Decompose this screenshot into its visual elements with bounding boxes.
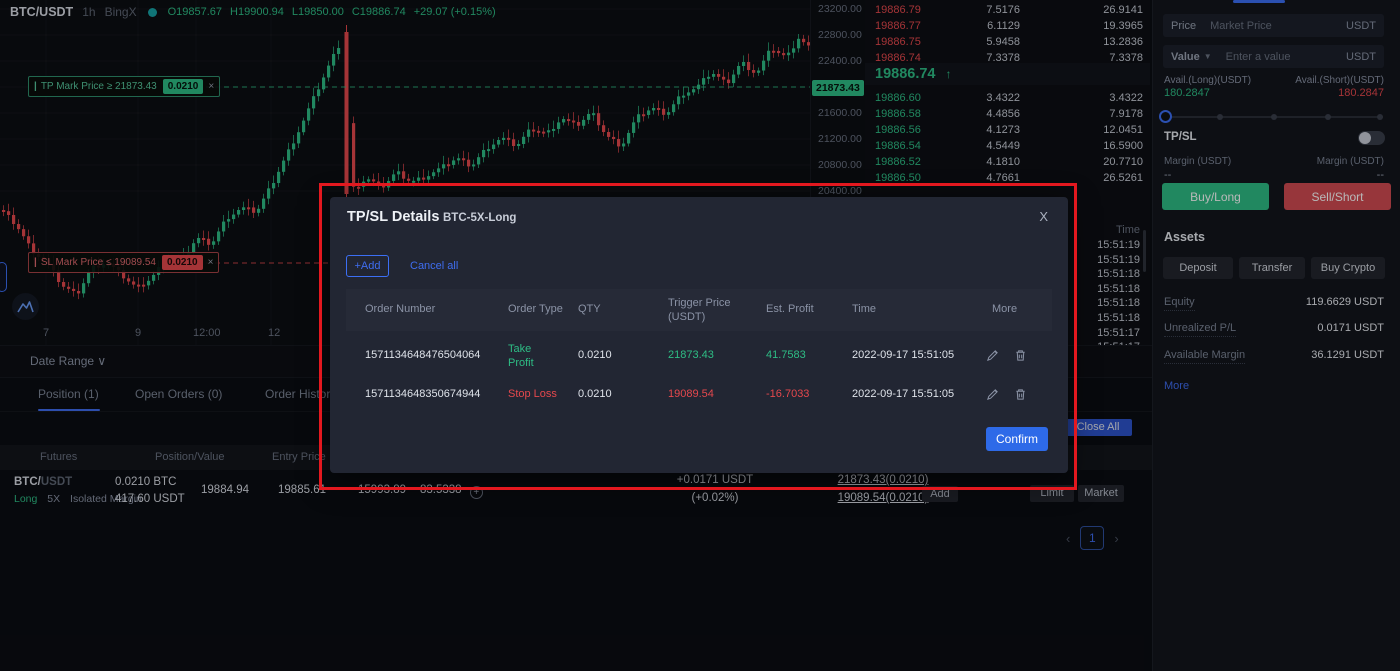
edit-order-icon[interactable] <box>986 349 1000 363</box>
cancel-all-link[interactable]: Cancel all <box>410 260 458 272</box>
tpsl-order-row: 1571134648476504064TakeProfit0.021021873… <box>346 337 1052 377</box>
edit-order-icon[interactable] <box>986 388 1000 402</box>
tpsl-details-modal: TP/SL Details BTC-5X-Long X +Add Cancel … <box>330 197 1068 473</box>
trading-app: BTC/USDT 1h BingX O19857.67 H19900.94 L1… <box>0 0 1400 671</box>
delete-order-icon[interactable] <box>1014 388 1028 402</box>
confirm-button[interactable]: Confirm <box>986 427 1048 451</box>
modal-title: TP/SL Details <box>347 209 439 225</box>
delete-order-icon[interactable] <box>1014 349 1028 363</box>
modal-subtitle: BTC-5X-Long <box>443 212 516 224</box>
modal-close-icon[interactable]: X <box>1039 209 1048 224</box>
tpsl-order-row: 1571134648350674944Stop Loss0.021019089.… <box>346 376 1052 416</box>
add-tpsl-order-button[interactable]: +Add <box>346 255 389 277</box>
modal-table-header: Order Number Order Type QTY Trigger Pric… <box>346 289 1052 331</box>
